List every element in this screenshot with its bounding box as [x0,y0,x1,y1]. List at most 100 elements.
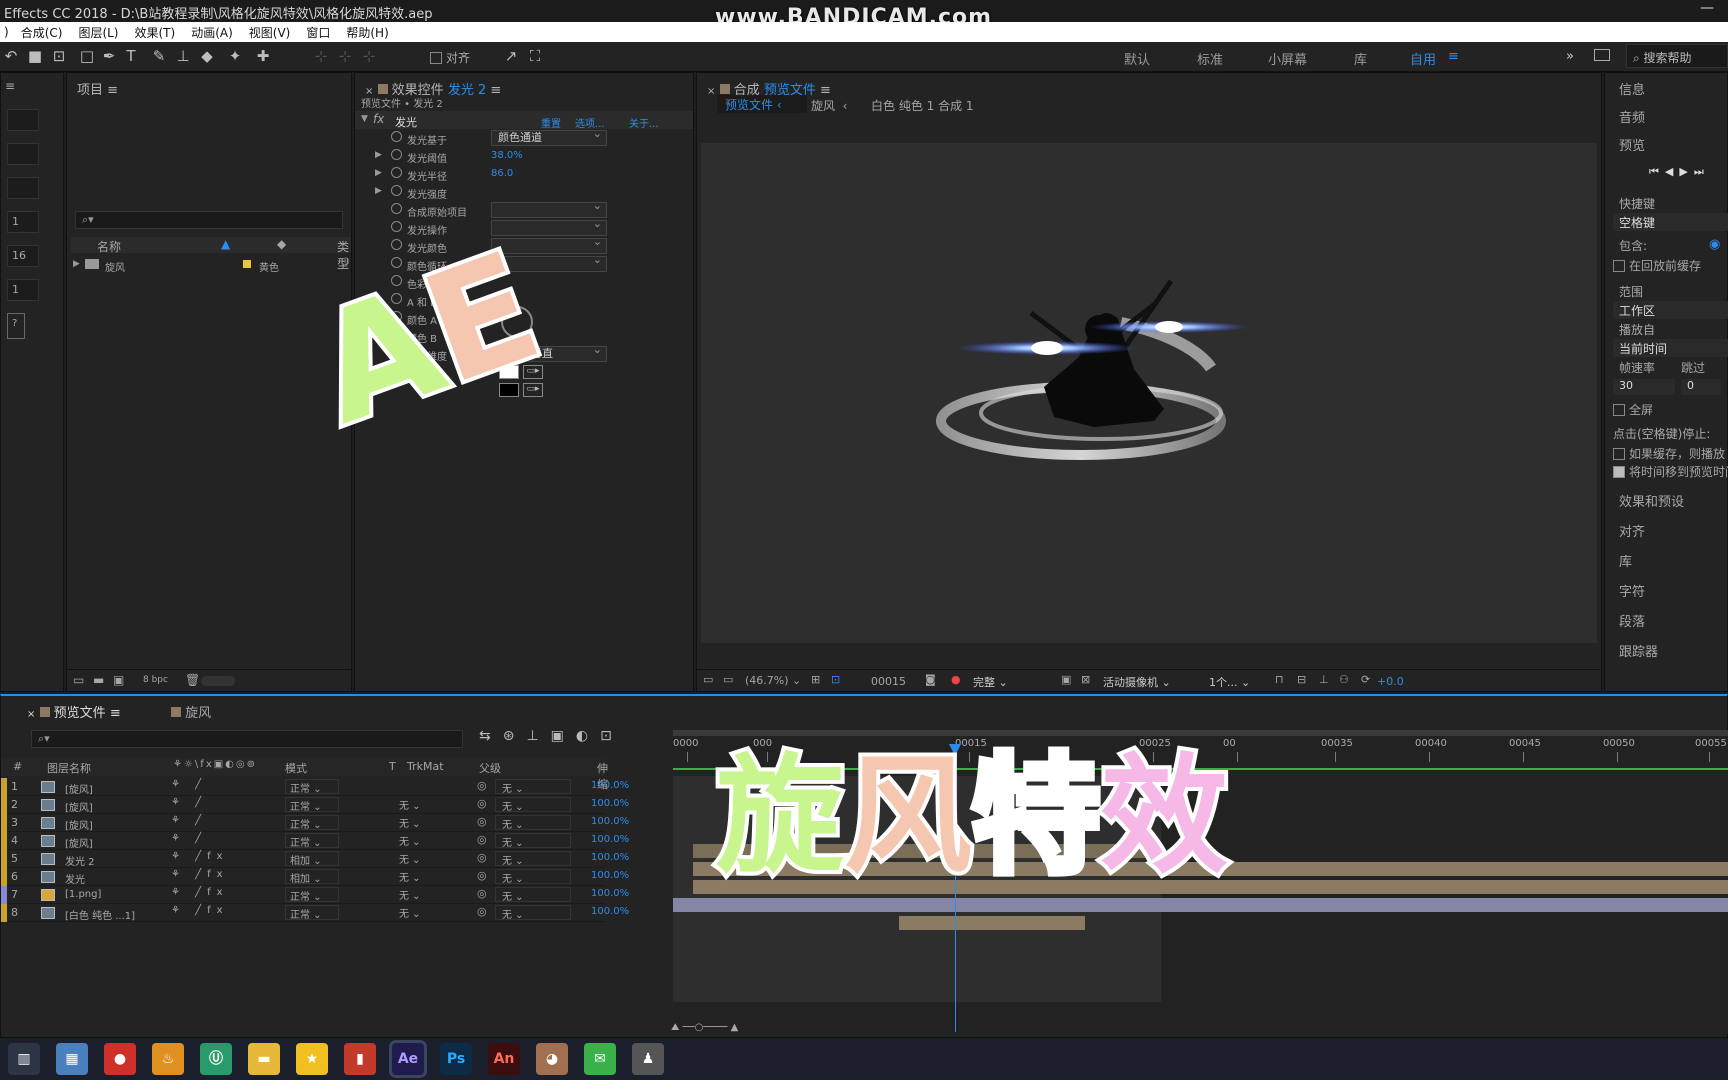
workspace-default[interactable]: 默认 [1124,49,1150,68]
sort-up-icon[interactable]: ▲ [221,237,230,251]
effect-property-dropdown[interactable] [491,199,607,218]
collapse-triangle-icon[interactable]: ▼ [361,114,368,124]
effect-property-dropdown[interactable] [491,217,607,236]
layer-row[interactable]: ⚘ ╱fx 6 发光 相加 ⌄ 无 ⌄ ◎ 无 ⌄ 100.0% [1,868,629,886]
effect-property-row[interactable]: ▶ 发光强度 [355,183,693,201]
move-time-option[interactable]: 将时间移到预览时间 [1613,463,1728,480]
layer-trkmat-dropdown[interactable]: 无 ⌄ [369,851,425,866]
pickwhip-icon[interactable]: ◎ [477,851,487,864]
timeline-icon[interactable]: ⊥ [1319,673,1329,686]
pickwhip-icon[interactable]: ◎ [477,797,487,810]
layer-bar-8[interactable] [899,916,1085,930]
layer-switches[interactable]: ⚘ ╱fx [171,905,229,916]
close-icon[interactable]: × [707,86,715,97]
search-help-input[interactable]: ⌕ 搜索帮助 [1626,44,1728,68]
pickwhip-icon[interactable]: ◎ [477,869,487,882]
layer-label-color[interactable] [1,904,7,922]
col-parent[interactable]: 父级 [479,760,501,776]
clone-stamp-icon[interactable]: ⊥ [174,47,192,65]
lock-icon[interactable] [719,84,730,94]
flowchart-icon[interactable]: ⚇ [1339,673,1349,686]
current-time[interactable]: 00015 [871,675,906,688]
effect-property-row[interactable]: ▶ 发光阈值 38.0% [355,147,693,165]
move-time-checkbox[interactable] [1613,466,1625,478]
layer-trkmat-dropdown[interactable]: 无 ⌄ [369,869,425,884]
layer-stretch-value[interactable]: 100.0% [591,816,629,827]
pickwhip-icon[interactable]: ◎ [477,833,487,846]
resolution-dropdown[interactable]: 完整 ⌄ [973,674,1045,690]
taskbar-avatar-icon[interactable]: ◕ [536,1043,568,1075]
effect-property-row[interactable]: ▶ 发光半径 86.0 [355,165,693,183]
taskbar-u-app-icon[interactable]: Ⓤ [200,1043,232,1075]
layer-parent-dropdown[interactable]: 无 ⌄ [495,851,571,867]
workspace-small-screen[interactable]: 小屏幕 [1268,49,1307,68]
preview-panel-tab[interactable]: 预览 [1619,135,1645,154]
camera-dropdown[interactable]: 活动摄像机 ⌄ [1103,674,1199,690]
info-panel-tab[interactable]: 信息 [1619,79,1645,98]
help-button[interactable]: ? [7,313,25,339]
comp-tab-solid[interactable]: 白色 纯色 1 合成 1 [871,97,974,114]
workspace-library[interactable]: 库 [1354,49,1367,68]
layer-label-color[interactable] [1,778,7,796]
exposure-value[interactable]: +0.0 [1377,675,1404,688]
audio-panel-tab[interactable]: 音频 [1619,107,1645,126]
cache-checkbox[interactable] [1613,260,1625,272]
bit-depth-button[interactable]: 8 bpc [143,675,168,685]
layer-stretch-value[interactable]: 100.0% [591,852,629,863]
project-item-folder[interactable]: ▶ 旋风 黄色 ⚇ [71,257,351,274]
pickwhip-icon[interactable]: ◎ [477,815,487,828]
timeline-switch-icons[interactable]: ⇆⊛⊥▣◐⊡ [479,728,624,744]
layer-mode-dropdown[interactable]: 正常 ⌄ [285,833,339,849]
menu-composition[interactable]: 合成(C) [13,24,71,41]
shortcut-dropdown[interactable]: 空格键 [1613,213,1728,231]
taskbar-star-icon[interactable]: ★ [296,1043,328,1075]
thumbnail-slider[interactable] [201,676,235,686]
panel-menu-icon[interactable]: ≡ [107,83,118,98]
project-title[interactable]: 项目 [77,83,103,98]
workspace-custom[interactable]: 自用 [1410,49,1436,68]
layer-switches[interactable]: ⚘ ╱ [171,815,207,826]
menu-window[interactable]: 窗口 [298,24,338,41]
fx-icon[interactable]: fx [373,112,384,126]
effect-property-row[interactable]: 合成原始项目 [355,199,693,219]
taskbar-calculator-icon[interactable]: ▦ [56,1043,88,1075]
display-icon[interactable]: ▭ [723,673,733,686]
menu-help[interactable]: 帮助(H) [338,24,396,41]
effect-property-value[interactable]: 86.0 [491,168,513,179]
taskbar-an-icon[interactable]: An [488,1043,520,1075]
tracker-tab[interactable]: 跟踪器 [1619,641,1658,660]
layer-stretch-value[interactable]: 100.0% [591,888,629,899]
col-mode[interactable]: 模式 [285,760,307,776]
layer-trkmat-dropdown[interactable]: 无 ⌄ [369,905,425,920]
camera-icon[interactable]: ■ [26,47,44,65]
new-folder-icon[interactable]: ▬ [93,673,104,687]
reset-exposure-icon[interactable]: ⟳ [1361,673,1370,686]
effect-property-dropdown[interactable]: 颜色通道 [491,127,607,146]
panel-menu-icon[interactable]: ≡ [820,83,831,98]
new-comp-icon[interactable]: ▣ [113,673,124,687]
layer-parent-dropdown[interactable]: 无 ⌄ [495,905,571,921]
character-tab[interactable]: 字符 [1619,581,1645,600]
layer-parent-dropdown[interactable]: 无 ⌄ [495,833,571,849]
layer-stretch-value[interactable]: 100.0% [591,906,629,917]
layer-row[interactable]: ⚘ ╱ 1 [旋风] 正常 ⌄ ◎ 无 ⌄ 100.0% [1,778,629,796]
layer-mode-dropdown[interactable]: 相加 ⌄ [285,869,339,885]
stopwatch-icon[interactable] [391,239,407,252]
panel-menu-icon[interactable]: ≡ [490,83,501,98]
menu-view[interactable]: 视图(V) [241,24,299,41]
zoom-dropdown[interactable]: (46.7%) ⌄ [745,674,805,687]
menu-layer[interactable]: 图层(L) [70,24,126,41]
menu-animation[interactable]: 动画(A) [183,24,241,41]
pickwhip-icon[interactable]: ◎ [477,905,487,918]
stopwatch-icon[interactable] [391,149,407,162]
layer-label-color[interactable] [1,850,7,868]
align-tab[interactable]: 对齐 [1619,521,1645,540]
toggle-pixel-icon[interactable]: ⊓ [1275,673,1284,686]
stopwatch-icon[interactable] [391,131,407,144]
stopwatch-icon[interactable] [391,185,407,198]
effect-property-value[interactable]: 38.0% [491,150,523,161]
layer-name[interactable]: [旋风] [65,817,93,832]
layer-stretch-value[interactable]: 100.0% [591,834,629,845]
timeline-tab-whirlwind[interactable]: 旋风 [171,702,211,721]
taskbar-task-view-icon[interactable]: ▥ [8,1043,40,1075]
